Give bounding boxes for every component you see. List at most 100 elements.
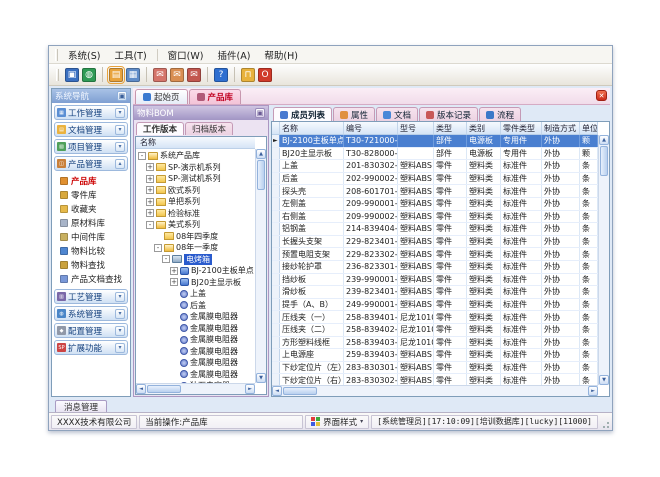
tree-node[interactable]: +SP-测试机系列 [136,173,254,185]
collapse-icon[interactable]: - [138,152,146,160]
table-row[interactable]: 铝钢盖214-839404-01E塑料ABS零件塑料类标准件外协条 [272,223,598,236]
chevron-down-icon[interactable]: ▾ [115,142,125,152]
tree-node[interactable]: 金属膜电阻器 [136,357,254,369]
tree-node[interactable]: -08年一季度 [136,242,254,254]
horizontal-scrollbar[interactable]: ◄► [136,383,255,394]
tree-node[interactable]: -电烤箱 [136,254,254,266]
sidebar-group-work[interactable]: ▦工作管理▾ [54,105,128,120]
tab-documents[interactable]: 文档 [376,107,418,121]
column-header-2[interactable]: 编号 [344,122,398,134]
sidebar-group-extension[interactable]: SP扩展功能▾ [54,340,128,355]
menu-item-4[interactable]: 插件(A) [210,47,257,63]
scroll-left-icon[interactable]: ◄ [272,386,282,396]
chevron-down-icon[interactable]: ▾ [115,343,125,353]
expand-icon[interactable]: + [146,198,154,206]
column-header-7[interactable]: 制造方式 [542,122,580,134]
tree-node[interactable]: 金属膜电阻器 [136,311,254,323]
window-list-icon[interactable]: ▦ [126,68,140,82]
table-row[interactable]: 预置电阻支架229-823302-00E塑料ABS零件塑料类标准件外协条 [272,248,598,261]
tree-node[interactable]: +欧式系列 [136,185,254,197]
sidebar-group-project[interactable]: ▧项目管理▾ [54,139,128,154]
table-row[interactable]: 下纱定位片（左）283-830301-00E塑料ABS零件塑料类标准件外协条 [272,362,598,375]
tab-member-list[interactable]: 成员列表 [273,107,332,121]
scroll-down-icon[interactable]: ▼ [256,373,266,383]
chevron-down-icon[interactable]: ▾ [115,108,125,118]
logout-icon[interactable]: O [258,68,272,82]
table-row[interactable]: 下纱定位片（右）283-830302-00E塑料ABS零件塑料类标准件外协条 [272,374,598,385]
tree-column-header[interactable]: 名称 [136,137,255,149]
expand-icon[interactable]: + [170,278,178,286]
ui-style-selector[interactable]: 界面样式 ▾ [305,415,369,429]
table-row[interactable]: 接纱轮护罩236-823301-00E塑料ABS零件塑料类标准件外协条 [272,261,598,274]
sidebar-item-intermediate-library[interactable]: 中间件库 [60,230,128,243]
tab-version-history[interactable]: 版本记录 [419,107,478,121]
column-header-1[interactable]: 名称 [280,122,344,134]
collapse-icon[interactable]: - [154,244,162,252]
tree-node[interactable]: +BJ-2100主板单点 [136,265,254,277]
table-row[interactable]: 左侧盖209-990001-01E塑料ABS零件塑料类标准件外协条 [272,198,598,211]
expand-icon[interactable]: + [146,186,154,194]
scroll-track[interactable] [182,384,245,394]
sidebar-group-process[interactable]: ▥工艺管理▾ [54,289,128,304]
sidebar-group-config[interactable]: ◆配置管理▾ [54,323,128,338]
table-row[interactable]: 上盖201-830302-00E塑料ABS零件塑料类标准件外协条 [272,160,598,173]
workspace-icon[interactable]: ▣ [65,68,79,82]
tree-node[interactable]: 08年四季度 [136,231,254,243]
sidebar-item-parts-library[interactable]: 零件库 [60,188,128,201]
column-header-4[interactable]: 类型 [434,122,467,134]
scroll-track[interactable] [318,386,588,396]
horizontal-scrollbar[interactable]: ◄► [272,385,598,396]
sidebar-item-product-doc-search[interactable]: 产品文档查找 [60,272,128,285]
expand-icon[interactable]: + [146,163,154,171]
scroll-thumb[interactable] [600,146,608,176]
collapse-icon[interactable]: - [162,255,170,263]
table-row[interactable]: 挡纱板239-990001-01E塑料ABS零件塑料类标准件外协条 [272,274,598,287]
tree-node[interactable]: -系统产品库 [136,150,254,162]
mail-open-icon[interactable]: ✉ [170,68,184,82]
menu-item-3[interactable]: 窗口(W) [161,47,211,63]
scroll-up-icon[interactable]: ▲ [256,149,266,159]
sidebar-group-system[interactable]: ◍系统管理▾ [54,306,128,321]
expand-icon[interactable]: + [146,175,154,183]
chevron-down-icon[interactable]: ▾ [115,125,125,135]
help-icon[interactable]: ? [214,68,228,82]
column-header-3[interactable]: 型号 [398,122,434,134]
tree-node[interactable]: 上盖 [136,288,254,300]
sidebar-item-material-search[interactable]: 物料查找 [60,258,128,271]
table-row[interactable]: 后盖202-990002-01E塑料ABS零件塑料类标准件外协条 [272,173,598,186]
sidebar-menu-button[interactable]: ▣ [117,91,127,101]
tree-node[interactable]: 金属膜电阻器 [136,369,254,381]
tree-node[interactable]: 金属膜电阻器 [136,323,254,335]
vertical-scrollbar[interactable]: ▲▼ [255,149,266,383]
chevron-down-icon[interactable]: ▾ [115,292,125,302]
tab-working-version[interactable]: 工作版本 [136,122,184,135]
scroll-track[interactable] [599,177,609,375]
chevron-down-icon[interactable]: ▾ [115,326,125,336]
scroll-right-icon[interactable]: ► [588,386,598,396]
table-row[interactable]: 探头壳208-601701-01E塑料ABS零件塑料类标准件外协条 [272,185,598,198]
table-row[interactable]: 长握头支架229-823401-00E塑料ABS零件塑料类标准件外协条 [272,236,598,249]
folder-icon[interactable]: ▤ [109,68,123,82]
mail-delete-icon[interactable]: ✉ [187,68,201,82]
bom-panel-button[interactable]: ▣ [255,108,265,118]
collapse-icon[interactable]: - [146,221,154,229]
expand-icon[interactable]: + [170,267,178,275]
menu-item-5[interactable]: 帮助(H) [257,47,305,63]
table-row[interactable]: 压线夹（二）258-839402-00E尼龙1010零件塑料类标准件外协条 [272,324,598,337]
tab-archived-version[interactable]: 归档版本 [185,122,233,135]
menu-item-2[interactable]: 工具(T) [107,47,153,63]
tab-start-page[interactable]: 起始页 [135,89,188,104]
chevron-down-icon[interactable]: ▾ [115,309,125,319]
table-row[interactable]: 右侧盖209-990002-01E塑料ABS零件塑料类标准件外协条 [272,211,598,224]
scroll-track[interactable] [256,191,266,373]
mail-new-icon[interactable]: ✉ [153,68,167,82]
sidebar-item-material-compare[interactable]: 物料比较 [60,244,128,257]
scroll-down-icon[interactable]: ▼ [599,375,609,385]
chevron-up-icon[interactable]: ▴ [115,159,125,169]
tab-properties[interactable]: 属性 [333,107,375,121]
tree-node[interactable]: +单把系列 [136,196,254,208]
column-header-6[interactable]: 零件类型 [501,122,542,134]
tab-message-management[interactable]: 消息管理 [55,400,107,412]
resize-grip[interactable] [600,415,610,429]
sidebar-item-raw-material-library[interactable]: 原材料库 [60,216,128,229]
